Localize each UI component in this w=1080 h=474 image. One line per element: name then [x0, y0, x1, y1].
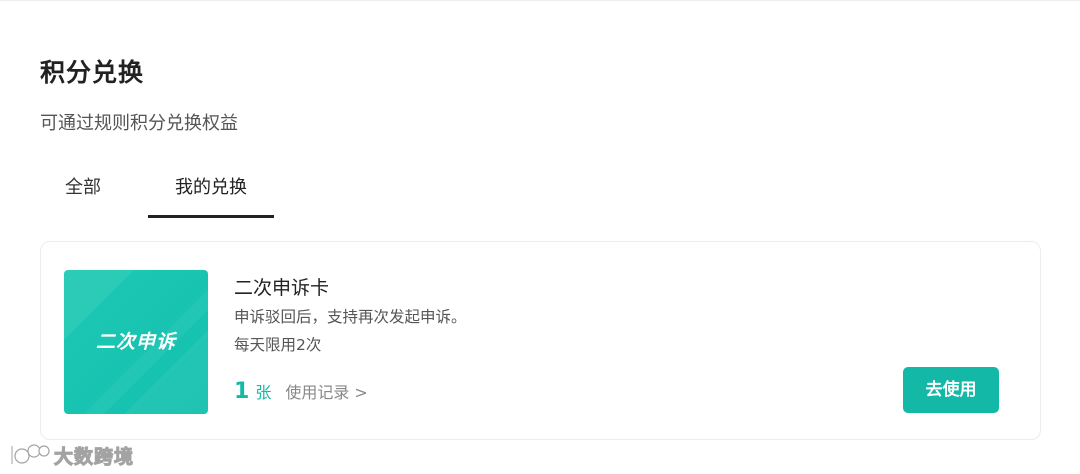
page-subtitle: 可通过规则积分兑换权益: [40, 113, 238, 134]
item-name: 二次申诉卡: [234, 277, 330, 299]
exchange-item-card: 二次申诉 二次申诉卡 申诉驳回后，支持再次发起申诉。 每天限用2次 1 张 使用…: [40, 241, 1041, 440]
watermark-text: 大数跨境: [53, 445, 135, 468]
tab-bar: 全部 我的兑换: [40, 161, 274, 218]
use-button[interactable]: 去使用: [903, 367, 999, 413]
points-exchange-page: 积分兑换 可通过规则积分兑换权益 全部 我的兑换 二次申诉 二次申诉卡 申诉驳回…: [0, 0, 1080, 474]
item-thumbnail: 二次申诉: [64, 270, 208, 414]
thumbnail-label: 二次申诉: [95, 331, 176, 353]
usage-history-link[interactable]: 使用记录 >: [285, 379, 368, 403]
item-description: 申诉驳回后，支持再次发起申诉。: [234, 308, 467, 326]
watermark: 大数跨境: [8, 441, 134, 469]
page-title: 积分兑换: [40, 58, 145, 87]
item-quantity: 1 张 使用记录 >: [234, 379, 368, 404]
quantity-unit: 张: [255, 383, 272, 402]
tab-all[interactable]: 全部: [40, 161, 126, 215]
tab-my-exchanges[interactable]: 我的兑换: [148, 161, 274, 218]
watermark-logo-icon: [10, 444, 50, 466]
quantity-number: 1: [234, 379, 250, 404]
item-usage-limit: 每天限用2次: [234, 336, 322, 354]
